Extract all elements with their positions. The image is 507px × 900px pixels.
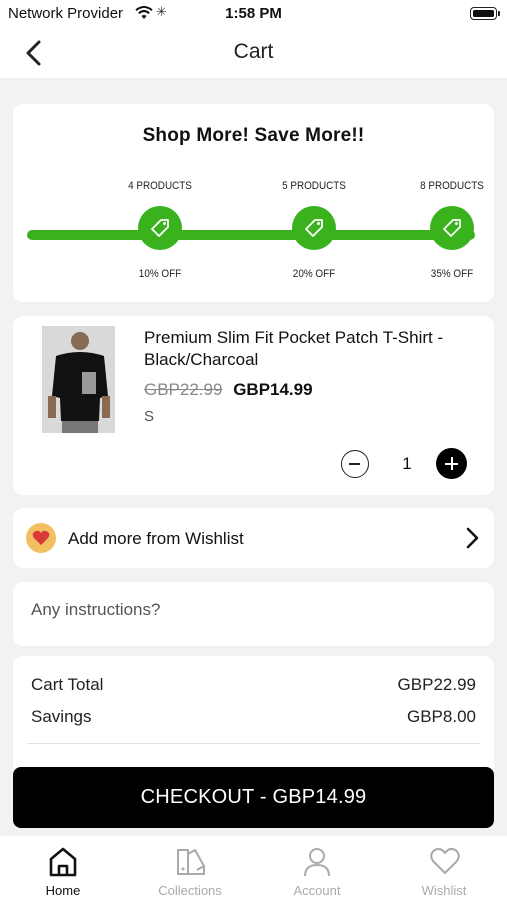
collections-icon (175, 846, 207, 883)
discount-milestone: 4 PRODUCTS 10% OFF (115, 180, 205, 280)
promo-heading: Shop More! Save More!! (142, 125, 365, 146)
cart-item: Premium Slim Fit Pocket Patch T-Shirt - … (13, 316, 494, 495)
order-summary: Cart Total GBP22.99 Savings GBP8.00 (13, 656, 494, 776)
tab-label: Account (293, 883, 341, 898)
product-image[interactable] (42, 326, 115, 433)
instructions-card (13, 582, 494, 646)
quantity-value: 1 (402, 454, 412, 473)
summary-divider (27, 743, 480, 744)
discount-milestone: 5 PRODUCTS 20% OFF (269, 180, 359, 280)
tag-icon (292, 206, 336, 250)
tag-icon (138, 206, 182, 250)
add-from-wishlist-row[interactable]: Add more from Wishlist (13, 508, 494, 568)
tag-icon (430, 206, 474, 250)
tiered-discount-card: Shop More! Save More!! 4 PRODUCTS 10% OF… (13, 104, 494, 302)
milestone-discount-label: 10% OFF (138, 268, 182, 280)
tab-label: Home (45, 883, 81, 898)
milestone-tier-label: 8 PRODUCTS (420, 180, 484, 192)
wishlist-row-label: Add more from Wishlist (68, 529, 244, 548)
product-name[interactable]: Premium Slim Fit Pocket Patch T-Shirt - … (144, 327, 444, 371)
account-icon (302, 846, 332, 883)
checkout-button[interactable]: CHECKOUT - GBP14.99 (13, 767, 494, 828)
milestone-discount-label: 20% OFF (292, 268, 336, 280)
milestone-tier-label: 5 PRODUCTS (282, 180, 346, 192)
battery-icon (470, 7, 500, 20)
tab-label: Wishlist (421, 883, 467, 898)
tab-label: Collections (158, 883, 222, 898)
heart-icon (429, 846, 461, 881)
cart-total-label: Cart Total (31, 675, 104, 694)
decrease-quantity-button[interactable] (341, 450, 369, 478)
clock: 1:58 PM (225, 5, 282, 22)
milestone-tier-label: 4 PRODUCTS (128, 180, 192, 192)
increase-quantity-button[interactable] (436, 448, 467, 479)
sale-price: GBP14.99 (233, 380, 313, 399)
milestone-discount-label: 35% OFF (430, 268, 474, 280)
page-title: Cart (233, 40, 274, 63)
price-row: GBP22.99 GBP14.99 (144, 380, 313, 400)
status-bar: Network Provider ✳ 1:58 PM (0, 0, 507, 28)
size-label: S (144, 408, 155, 425)
savings-label: Savings (31, 707, 92, 726)
heart-icon (26, 523, 56, 553)
original-price: GBP22.99 (144, 380, 223, 399)
chevron-right-icon (464, 526, 480, 555)
discount-milestone: 8 PRODUCTS 35% OFF (407, 180, 497, 280)
home-icon (48, 846, 78, 883)
tab-bar: Home Collections Account Wishlist (0, 836, 507, 900)
savings-value: GBP8.00 (407, 707, 476, 726)
instructions-input[interactable] (31, 600, 471, 620)
navigation-bar: Cart (0, 28, 507, 78)
cart-total-value: GBP22.99 (397, 675, 476, 694)
